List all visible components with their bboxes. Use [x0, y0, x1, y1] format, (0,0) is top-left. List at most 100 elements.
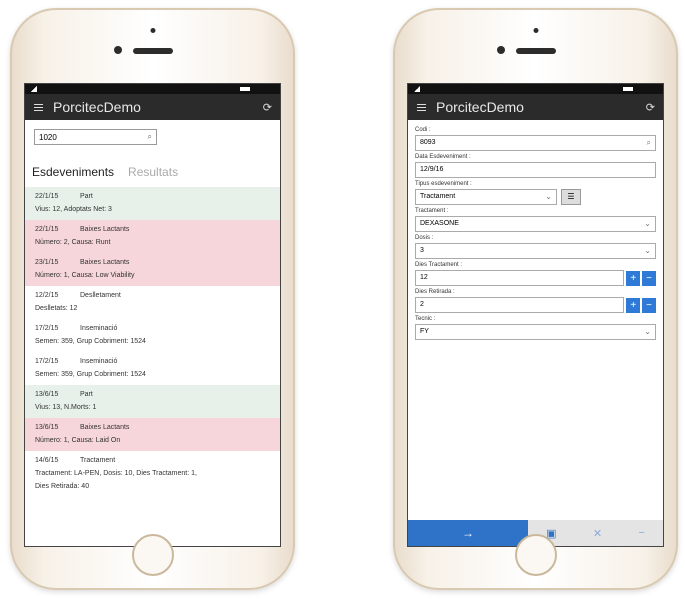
list-item[interactable]: 17/2/15 Inseminació Semen: 359, Grup Cobr…	[25, 352, 280, 385]
event-detail: Número: 1, Causa: Laid On	[35, 437, 121, 444]
dies-retirada-field: Dies Retirada : 2 + −	[415, 289, 656, 313]
event-type: Inseminació	[80, 358, 118, 365]
list-item[interactable]: 22/1/15 Baixes Lactants Número: 2, Causa:…	[25, 220, 280, 253]
tecnic-select[interactable]: FY ⌄	[415, 324, 656, 340]
list-item[interactable]: 17/2/15 Inseminació Semen: 359, Grup Cobr…	[25, 319, 280, 352]
more-icon[interactable]: −	[638, 527, 644, 539]
signal-icon	[414, 86, 420, 92]
status-bar	[408, 84, 663, 94]
tecnic-value: FY	[420, 328, 429, 335]
tecnic-label: Tecnic :	[415, 316, 436, 322]
dosis-select[interactable]: 3 ⌄	[415, 243, 656, 259]
app-title: PorcitecDemo	[436, 99, 524, 115]
list-item[interactable]: 13/6/15 Baixes Lactants Número: 1, Causa:…	[25, 418, 280, 451]
event-date: 17/2/15	[35, 325, 59, 332]
event-date: 23/1/15	[35, 259, 59, 266]
list-item[interactable]: 14/6/15 Tractament Tractament: LA-PEN, Do…	[25, 451, 280, 497]
event-detail-continued: Dies Retirada: 40	[35, 483, 90, 490]
refresh-icon[interactable]: ⟳	[263, 101, 272, 114]
dies-tractament-field: Dies Tractament : 12 + −	[415, 262, 656, 286]
list-item[interactable]: 23/1/15 Baixes Lactants Número: 1, Causa:…	[25, 253, 280, 286]
left-screen: PorcitecDemo ⟳ 1020 ⌕ Esdeveniments Resu…	[25, 84, 280, 546]
event-detail: Número: 1, Causa: Low Viability	[35, 272, 135, 279]
tractament-label: Tractament :	[415, 208, 449, 214]
front-camera	[497, 46, 505, 54]
dies-tractament-label: Dies Tractament :	[415, 262, 463, 268]
search-value: 1020	[39, 133, 57, 142]
event-detail: Vius: 12, Adoptats Net: 3	[35, 206, 112, 213]
tractament-value: DEXASONE	[420, 220, 459, 227]
event-detail: Número: 2, Causa: Runt	[35, 239, 111, 246]
close-icon[interactable]: ✕	[593, 527, 602, 540]
decrement-button[interactable]: −	[642, 297, 656, 313]
hamburger-menu-icon[interactable]	[417, 103, 426, 111]
home-button[interactable]	[131, 534, 174, 576]
tipus-value: Tractament	[420, 193, 456, 200]
search-icon[interactable]: ⌕	[148, 132, 152, 142]
dies-retirada-input[interactable]: 2	[415, 297, 625, 313]
codi-field: Codi : 8093 ⌕	[415, 127, 656, 151]
event-detail: Tractament: LA-PEN, Dosis: 10, Dies Trac…	[35, 470, 197, 477]
chevron-down-icon: ⌄	[545, 192, 552, 201]
event-list: 22/1/15 Part Vius: 12, Adoptats Net: 3 22…	[25, 187, 280, 497]
list-icon-button[interactable]: ☰	[561, 189, 581, 205]
next-arrow-button[interactable]: →	[408, 520, 528, 546]
tab-resultats[interactable]: Resultats	[128, 165, 178, 179]
home-button[interactable]	[514, 534, 557, 576]
event-type: Baixes Lactants	[80, 259, 130, 266]
chevron-down-icon: ⌄	[644, 246, 651, 255]
chevron-down-icon: ⌄	[644, 219, 651, 228]
tab-esdeveniments[interactable]: Esdeveniments	[32, 165, 114, 179]
increment-button[interactable]: +	[626, 270, 641, 286]
event-detail: Deslletats: 12	[35, 305, 78, 312]
tractament-field: Tractament : DEXASONE ⌄	[415, 208, 656, 232]
event-date: 13/6/15	[35, 424, 59, 431]
event-date: 12/2/15	[35, 292, 59, 299]
search-input[interactable]: 1020 ⌕	[34, 129, 157, 145]
tractament-select[interactable]: DEXASONE ⌄	[415, 216, 656, 232]
event-type: Baixes Lactants	[80, 424, 130, 431]
app-title: PorcitecDemo	[53, 99, 141, 115]
earpiece-speaker	[515, 48, 556, 54]
tipus-field: Tipus esdeveniment : Tractament ⌄ ☰	[415, 181, 656, 205]
battery-icon	[240, 87, 250, 91]
decrement-button[interactable]: −	[642, 270, 656, 286]
search-icon[interactable]: ⌕	[647, 138, 651, 148]
date-value: 12/9/16	[420, 166, 444, 173]
hamburger-menu-icon[interactable]	[34, 103, 43, 111]
refresh-icon[interactable]: ⟳	[646, 101, 655, 114]
event-date: 13/6/15	[35, 391, 59, 398]
dosis-field: Dosis : 3 ⌄	[415, 235, 656, 259]
list-item[interactable]: 13/6/15 Part Vius: 13, N.Morts: 1	[25, 385, 280, 418]
event-type: Deslletament	[80, 292, 121, 299]
dies-tractament-value: 12	[420, 274, 428, 281]
list-item[interactable]: 22/1/15 Part Vius: 12, Adoptats Net: 3	[25, 187, 280, 220]
tipus-select[interactable]: Tractament ⌄	[415, 189, 557, 205]
increment-button[interactable]: +	[626, 297, 641, 313]
list-item[interactable]: 12/2/15 Deslletament Deslletats: 12	[25, 286, 280, 319]
right-screen: PorcitecDemo ⟳ Codi : 8093 ⌕ Data Esdeve…	[408, 84, 663, 546]
event-date: 22/1/15	[35, 226, 59, 233]
data-field: Data Esdeveniment : 12/9/16	[415, 154, 656, 178]
event-date: 17/2/15	[35, 358, 59, 365]
event-detail: Vius: 13, N.Morts: 1	[35, 404, 97, 411]
dosis-label: Dosis :	[415, 235, 434, 241]
data-label: Data Esdeveniment :	[415, 154, 471, 160]
dies-retirada-value: 2	[420, 301, 424, 308]
dosis-value: 3	[420, 247, 424, 254]
chevron-down-icon: ⌄	[644, 327, 651, 336]
event-date: 22/1/15	[35, 193, 59, 200]
app-bar: PorcitecDemo ⟳	[408, 94, 663, 120]
tecnic-field: Tecnic : FY ⌄	[415, 316, 656, 340]
event-form: Codi : 8093 ⌕ Data Esdeveniment : 12/9/1…	[408, 120, 663, 340]
codi-value: 8093	[420, 139, 436, 146]
date-input[interactable]: 12/9/16	[415, 162, 656, 178]
dies-tractament-input[interactable]: 12	[415, 270, 625, 286]
tipus-label: Tipus esdeveniment :	[415, 181, 472, 187]
earpiece-speaker	[132, 48, 173, 54]
sensor-dot	[150, 28, 155, 33]
status-bar	[25, 84, 280, 94]
event-type: Baixes Lactants	[80, 226, 130, 233]
event-type: Inseminació	[80, 325, 118, 332]
codi-input[interactable]: 8093 ⌕	[415, 135, 656, 151]
